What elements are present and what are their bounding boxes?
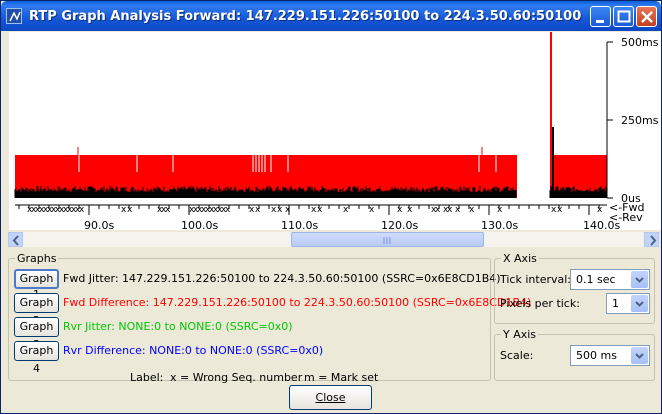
graphs-group-title: Graphs <box>15 252 59 265</box>
tick-interval-select[interactable]: 0.1 sec <box>570 269 650 290</box>
fwd-difference-series <box>15 32 607 198</box>
pixels-per-tick-label: Pixels per tick: <box>500 297 580 310</box>
jitter-trace <box>14 186 607 198</box>
close-button-label: Close <box>315 391 346 404</box>
app-icon <box>6 8 22 24</box>
x-mark: x <box>469 205 475 215</box>
chevron-left-icon <box>12 235 19 246</box>
x-mark: x <box>79 205 85 215</box>
x-axis-group: X Axis Tick interval: 0.1 sec Pixels per… <box>494 252 655 324</box>
minimize-button[interactable] <box>590 6 611 27</box>
scroll-right-button[interactable] <box>644 232 659 247</box>
graph-4-button[interactable]: Graph 4 <box>14 341 59 375</box>
legend-wrong-seq: x = Wrong Seq. number <box>170 371 303 384</box>
x-mark: x <box>277 205 283 215</box>
close-window-button[interactable] <box>636 6 657 27</box>
y-axis-group-title: Y Axis <box>501 328 539 341</box>
scroll-left-button[interactable] <box>8 232 23 247</box>
x-mark: x <box>165 205 171 215</box>
x-mark: x <box>397 205 403 215</box>
scale-select[interactable]: 500 ms <box>570 345 650 366</box>
x-axis-group-title: X Axis <box>501 252 539 265</box>
tick-interval-label: Tick interval: <box>500 273 571 286</box>
x-mark: x <box>369 205 375 215</box>
x-tick-label: 100.0s <box>181 219 218 230</box>
legend-label: Label: <box>130 371 164 384</box>
x-mark: x <box>597 205 603 215</box>
chevron-down-icon[interactable] <box>631 347 648 364</box>
graph-4-label: Rvr Difference: NONE:0 to NONE:0 (SSRC=0… <box>63 344 324 357</box>
chevron-right-icon <box>650 235 657 246</box>
x-axis-ticks <box>18 205 600 215</box>
tick-interval-value: 0.1 sec <box>576 273 616 286</box>
x-mark: x <box>317 205 323 215</box>
graph-1-label: Fwd Jitter: 147.229.151.226:50100 to 224… <box>63 272 501 285</box>
x-mark: x <box>407 205 413 215</box>
maximize-button[interactable] <box>613 6 634 27</box>
graph-1-button[interactable]: Graph 1 <box>14 269 59 301</box>
scale-value: 500 ms <box>576 349 617 362</box>
chevron-down-icon[interactable] <box>631 271 648 288</box>
close-icon <box>641 11 653 23</box>
rev-series-label: <-Rev <box>609 211 643 224</box>
x-tick-label: 130.0s <box>481 219 518 230</box>
rtp-graph-window: RTP Graph Analysis Forward: 147.229.151.… <box>0 0 662 414</box>
rtp-graph-plot[interactable]: xxxxxxxxxxxxxxxxxxxxxxxxxxxxxxxxxxxxxxxx… <box>9 32 661 232</box>
maximize-icon <box>617 10 631 23</box>
graph-canvas: xxxxxxxxxxxxxx x x xxx xxxxxxxxxx x x x x x x x x x x x… <box>14 32 659 232</box>
x-tick-label: 90.0s <box>84 219 114 230</box>
close-button[interactable]: Close <box>289 385 372 410</box>
x-mark: x <box>497 205 503 215</box>
pixels-per-tick-value: 1 <box>612 297 619 310</box>
scroll-thumb[interactable] <box>291 232 484 247</box>
x-mark: x <box>435 205 441 215</box>
grip-icon <box>383 237 391 244</box>
graph-2-label: Fwd Difference: 147.229.151.226:50100 to… <box>63 296 532 309</box>
x-mark: x <box>557 205 563 215</box>
x-tick-label: 110.0s <box>281 219 318 230</box>
x-mark: x <box>455 205 461 215</box>
title-bar[interactable]: RTP Graph Analysis Forward: 147.229.151.… <box>1 1 661 31</box>
x-mark: x <box>225 205 231 215</box>
x-mark: x <box>343 205 349 215</box>
x-mark: x <box>285 205 291 215</box>
chevron-down-icon[interactable] <box>631 295 648 312</box>
scale-label: Scale: <box>500 349 534 362</box>
x-mark: x <box>127 205 133 215</box>
x-mark: x <box>447 205 453 215</box>
y-axis-group: Y Axis Scale: 500 ms <box>494 328 655 381</box>
fwd-jitter-series <box>14 186 607 198</box>
pixels-per-tick-select[interactable]: 1 <box>606 293 650 314</box>
y-tick-label: 250ms <box>621 114 659 127</box>
graph-2-button[interactable]: Graph 2 <box>14 293 59 327</box>
graph-3-label: Rvr Jitter: NONE:0 to NONE:0 (SSRC=0x0) <box>63 320 293 333</box>
graphs-group: Graphs Graph 1 Fwd Jitter: 147.229.151.2… <box>8 252 531 384</box>
y-tick-label: 500ms <box>621 36 659 49</box>
window-title: RTP Graph Analysis Forward: 147.229.151.… <box>29 9 584 24</box>
x-mark: x <box>255 205 261 215</box>
minimize-icon <box>596 20 604 23</box>
x-tick-label: 120.0s <box>381 219 418 230</box>
graph-3-button[interactable]: Graph 3 <box>14 317 59 351</box>
horizontal-scrollbar[interactable] <box>8 232 659 247</box>
wrong-seq-markers: xxxxxxxxxxxxxx x x xxx xxxxxxxxxx x x x x x x x x x x x… <box>27 205 603 215</box>
legend-mark-set: m = Mark set <box>304 371 379 384</box>
